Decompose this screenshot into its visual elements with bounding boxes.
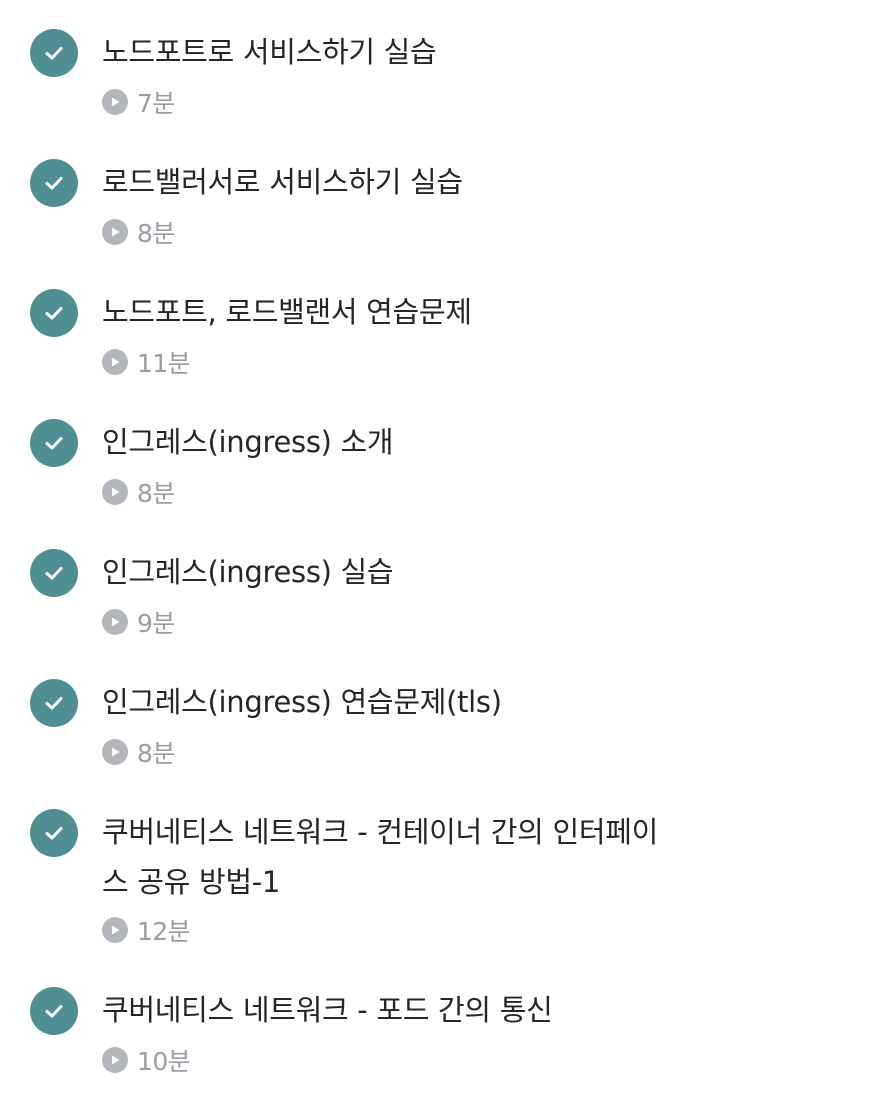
check-circle-icon (30, 289, 78, 337)
duration-text: 8분 (137, 219, 175, 248)
check-circle-icon (30, 679, 78, 727)
duration-text: 8분 (137, 479, 175, 508)
lesson-duration: 8분 (102, 736, 175, 768)
check-circle-icon (30, 809, 78, 857)
lesson-duration: 8분 (102, 216, 175, 248)
lesson-duration: 7분 (102, 86, 175, 118)
lesson-title: 쿠버네티스 네트워크 - 컨테이너 간의 인터페이 스 공유 방법-1 (102, 815, 658, 899)
play-circle-icon (102, 609, 128, 635)
play-circle-icon (102, 89, 128, 115)
lesson-title: 인그레스(ingress) 실습 (102, 555, 394, 589)
check-circle-icon (30, 29, 78, 77)
lesson-title: 노드포트로 서비스하기 실습 (102, 35, 437, 69)
play-circle-icon (102, 349, 128, 375)
play-circle-icon (102, 1047, 128, 1073)
lesson-list: 노드포트로 서비스하기 실습 7분 로드밸러서로 서비스하기 실습 8분 노드포… (0, 0, 886, 1104)
lesson-title: 인그레스(ingress) 소개 (102, 425, 394, 459)
lesson-duration: 8분 (102, 476, 175, 508)
check-circle-icon (30, 987, 78, 1035)
duration-text: 9분 (137, 609, 175, 638)
lesson-duration: 12분 (102, 914, 191, 946)
duration-text: 12분 (137, 917, 191, 946)
lesson-title: 로드밸러서로 서비스하기 실습 (102, 165, 463, 199)
duration-text: 8분 (137, 739, 175, 768)
play-circle-icon (102, 479, 128, 505)
lesson-title: 쿠버네티스 네트워크 - 포드 간의 통신 (102, 993, 553, 1027)
lesson-duration: 10분 (102, 1044, 191, 1076)
play-circle-icon (102, 739, 128, 765)
check-circle-icon (30, 159, 78, 207)
check-circle-icon (30, 549, 78, 597)
duration-text: 10분 (137, 1047, 191, 1076)
check-circle-icon (30, 419, 78, 467)
lesson-duration: 11분 (102, 346, 191, 378)
lesson-title: 노드포트, 로드밸랜서 연습문제 (102, 295, 472, 329)
lesson-duration: 9분 (102, 606, 175, 638)
play-circle-icon (102, 917, 128, 943)
duration-text: 11분 (137, 349, 191, 378)
lesson-title: 인그레스(ingress) 연습문제(tls) (102, 685, 502, 719)
duration-text: 7분 (137, 89, 175, 118)
play-circle-icon (102, 219, 128, 245)
